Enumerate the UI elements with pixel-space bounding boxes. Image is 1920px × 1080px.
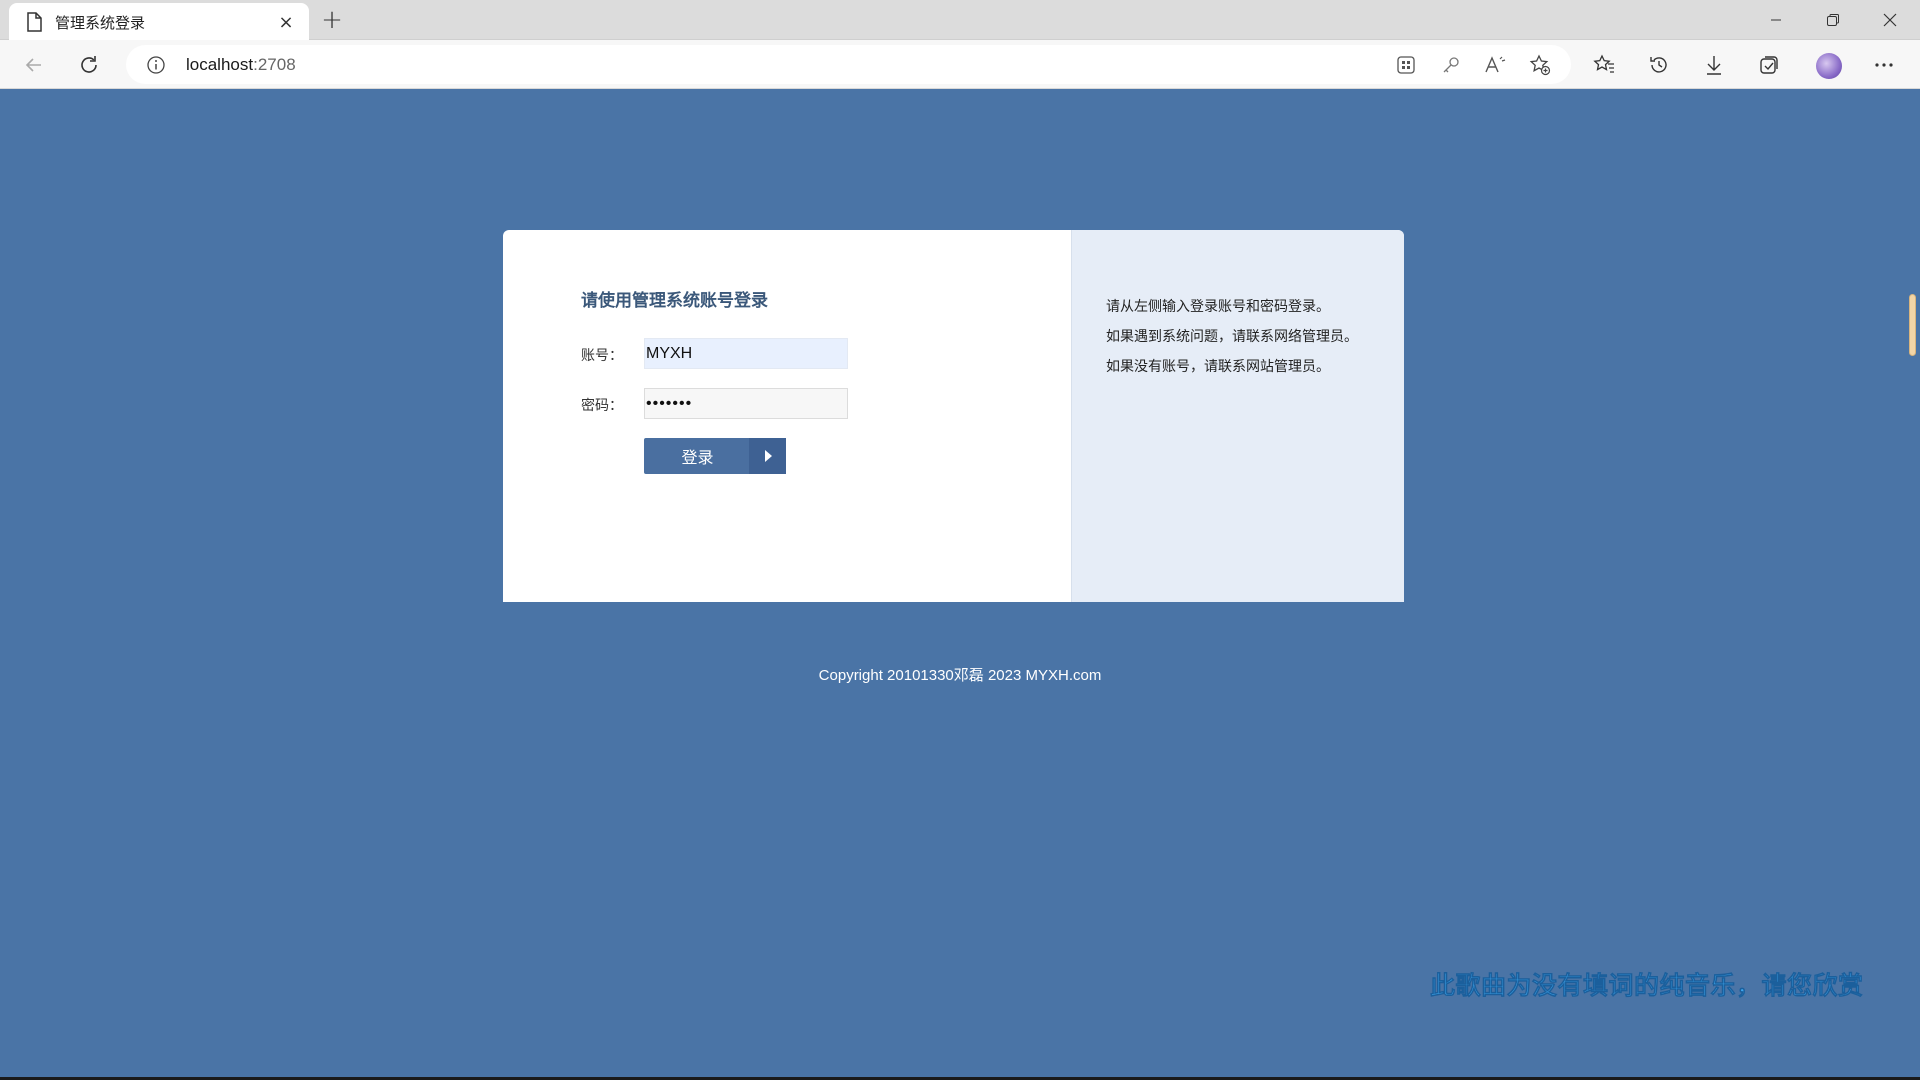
tab-strip: 管理系统登录 × + — [0, 0, 1920, 40]
favorites-icon[interactable] — [1588, 49, 1620, 81]
account-input[interactable] — [644, 338, 848, 369]
url-port: :2708 — [253, 55, 296, 74]
login-heading: 请使用管理系统账号登录 — [581, 291, 768, 311]
tab-active[interactable]: 管理系统登录 × — [9, 3, 309, 40]
history-icon[interactable] — [1643, 49, 1675, 81]
tab-title: 管理系统登录 — [55, 14, 146, 32]
account-label: 账号： — [581, 348, 623, 364]
back-button[interactable] — [18, 49, 50, 81]
reload-button[interactable] — [73, 49, 105, 81]
copyright: Copyright 20101330邓磊 2023 MYXH.com — [0, 664, 1920, 685]
more-icon[interactable] — [1868, 49, 1900, 81]
minimize-icon — [1771, 19, 1781, 21]
profile-avatar[interactable] — [1816, 53, 1842, 79]
tips-list: 请从左侧输入登录账号和密码登录。 如果遇到系统问题，请联系网络管理员。 如果没有… — [1106, 292, 1358, 382]
tip-line: 如果没有账号，请联系网站管理员。 — [1106, 359, 1330, 375]
browser-toolbar: localhost:2708 — [0, 40, 1920, 89]
tip-line: 请从左侧输入登录账号和密码登录。 — [1106, 299, 1330, 315]
add-favorite-icon[interactable] — [1528, 53, 1552, 77]
url-host: localhost — [186, 55, 254, 74]
app-grid-icon[interactable] — [1394, 53, 1418, 77]
login-button[interactable]: 登录 — [644, 438, 786, 474]
address-bar[interactable]: localhost:2708 — [126, 45, 1571, 84]
arrow-right-icon — [749, 438, 786, 474]
window-close-button[interactable] — [1867, 4, 1913, 36]
back-arrow-icon — [25, 58, 41, 72]
scrollbar-thumb[interactable] — [1909, 294, 1916, 356]
minimize-button[interactable] — [1753, 4, 1799, 36]
reload-icon — [81, 56, 97, 73]
document-icon — [27, 12, 42, 32]
download-icon[interactable] — [1698, 49, 1730, 81]
password-label: 密码： — [581, 398, 623, 414]
lyrics-subtitle: 此歌曲为没有填词的纯音乐，请您欣赏 — [1430, 971, 1864, 1001]
tab-close-button[interactable]: × — [275, 11, 297, 33]
tip-line: 如果遇到系统问题，请联系网络管理员。 — [1106, 329, 1358, 345]
restore-icon — [1827, 14, 1839, 26]
copyright-text: Copyright 20101330邓磊 2023 MYXH.com — [818, 667, 1102, 684]
read-aloud-icon[interactable] — [1483, 53, 1507, 77]
login-card: 请使用管理系统账号登录 账号： 密码： 登录 请从左侧输入登录账号和密码登录。 … — [503, 230, 1404, 602]
login-form: 请使用管理系统账号登录 账号： 密码： 登录 — [503, 230, 1071, 602]
password-input[interactable] — [644, 388, 848, 419]
login-button-label: 登录 — [681, 448, 714, 467]
restore-button[interactable] — [1810, 4, 1856, 36]
new-tab-button[interactable]: + — [318, 5, 346, 35]
url-text: localhost:2708 — [186, 55, 296, 75]
login-tips-panel: 请从左侧输入登录账号和密码登录。 如果遇到系统问题，请联系网络管理员。 如果没有… — [1071, 230, 1404, 602]
close-icon — [1883, 13, 1897, 27]
key-icon[interactable] — [1439, 53, 1463, 77]
page-body: 请使用管理系统账号登录 账号： 密码： 登录 请从左侧输入登录账号和密码登录。 … — [0, 90, 1920, 1080]
info-icon[interactable] — [146, 55, 166, 75]
collections-icon[interactable] — [1753, 49, 1785, 81]
